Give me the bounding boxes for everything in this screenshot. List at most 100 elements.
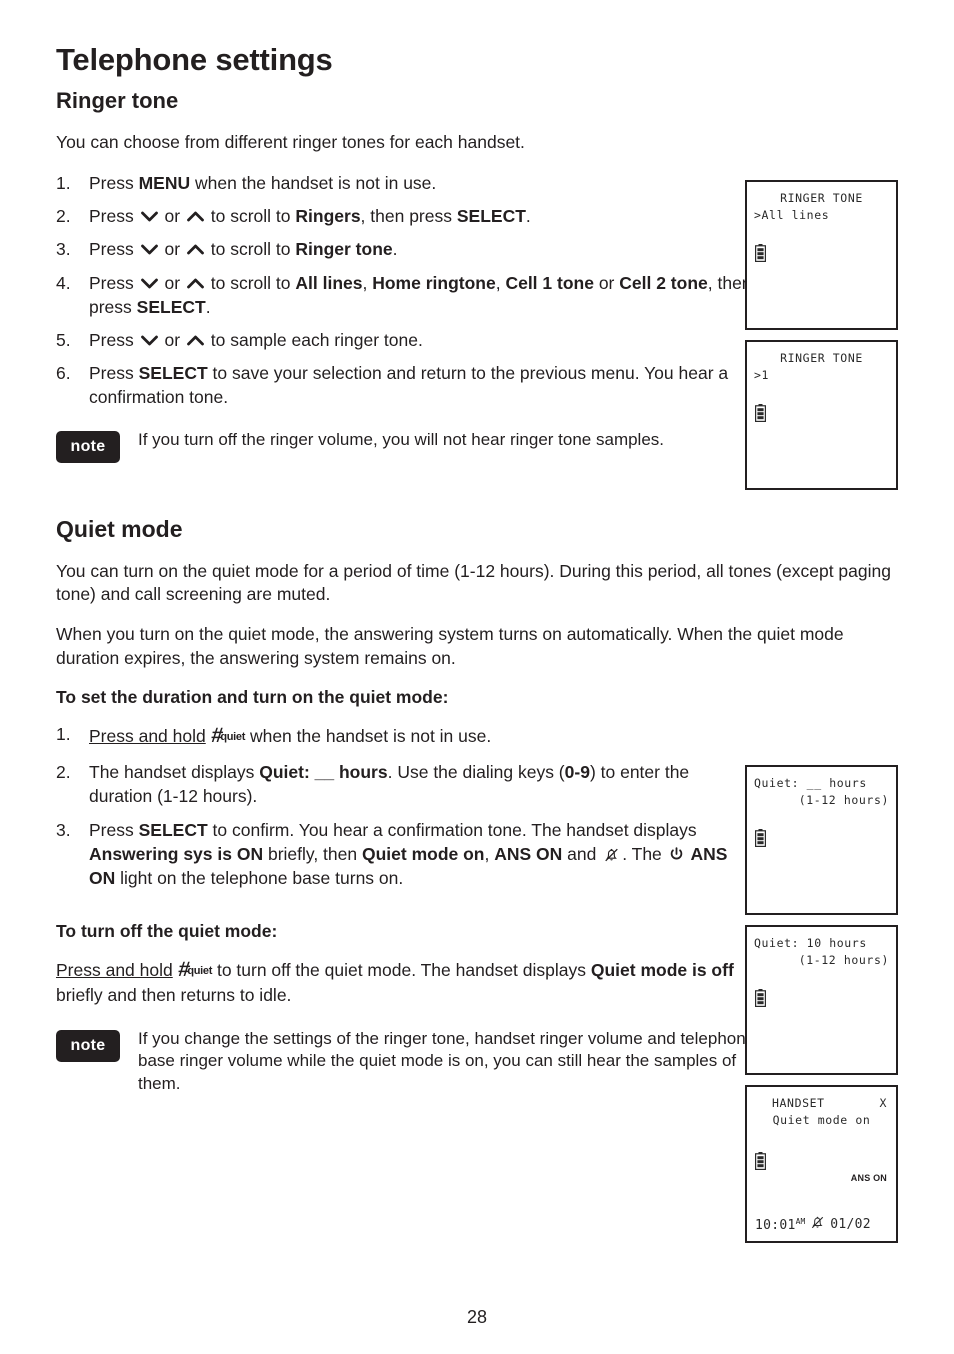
- lcd-corner-indicator: X: [879, 1096, 887, 1110]
- underlined-instruction: Press and hold: [89, 726, 206, 747]
- list-item: 2. The handset displays Quiet: __ hours. …: [56, 760, 756, 808]
- battery-icon: [755, 244, 767, 267]
- lcd-screen-ringer-tone-1: RINGER TONE >1: [745, 340, 898, 490]
- lcd-bottom-row: 10:01AM 01/02: [755, 1215, 889, 1234]
- lcd-line-selection: >All lines: [754, 208, 830, 222]
- step-number: 5.: [56, 329, 71, 350]
- note-badge: note: [56, 1029, 120, 1062]
- lcd-ans-on-indicator: ANS ON: [850, 1173, 887, 1183]
- emphasis-term: Quiet: __ hours: [259, 762, 388, 783]
- manual-page: Telephone settings Ringer tone You can c…: [0, 0, 954, 1354]
- step-text: Press MENU when the handset is not in us…: [89, 173, 437, 194]
- page-number: 28: [466, 1307, 488, 1327]
- quiet-key-icon: #quiet: [176, 958, 213, 982]
- battery-icon: [755, 989, 767, 1012]
- chevron-down-icon: [140, 243, 158, 256]
- list-item: 1. Press and hold #quiet when the handset…: [56, 722, 756, 751]
- note-text: If you turn off the ringer volume, you w…: [138, 430, 665, 450]
- step-text: Press and hold #quiet when the handset i…: [89, 724, 492, 748]
- step-text: Press or to sample each ringer tone.: [89, 329, 423, 350]
- emphasis-term: All lines: [295, 272, 363, 293]
- lcd-date: 01/02: [830, 1217, 871, 1232]
- step-number: 6.: [56, 363, 71, 384]
- chevron-up-icon: [187, 277, 204, 290]
- chevron-up-icon: [187, 210, 204, 223]
- list-item: 2. Press or to scroll to Ringers, then pr…: [56, 204, 756, 228]
- emphasis-term: Cell 1 tone: [505, 272, 594, 293]
- step-text: Press or to scroll to Ringer tone.: [89, 239, 398, 260]
- emphasis-term: Ringer tone: [295, 239, 393, 260]
- emphasis-term: Quiet mode is off: [590, 960, 734, 981]
- page-title: Telephone settings: [56, 42, 333, 77]
- step-text: Press SELECT to save your selection and …: [89, 363, 729, 408]
- emphasis-term: SELECT: [456, 206, 526, 227]
- step-number: 2.: [56, 206, 71, 227]
- step-text: Press or to scroll to Ringers, then pres…: [89, 206, 531, 227]
- emphasis-term: 0-9: [564, 762, 590, 783]
- quiet-paragraph-2: When you turn on the quiet mode, the ans…: [56, 624, 844, 668]
- lcd-line-title: RINGER TONE: [780, 191, 863, 205]
- list-item: 5. Press or to sample each ringer tone.: [56, 328, 756, 352]
- lcd-line-range: (1-12 hours): [798, 953, 889, 967]
- step-text: Press SELECT to confirm. You hear a conf…: [89, 819, 728, 888]
- lcd-time: 10:01AM: [755, 1216, 806, 1233]
- step-number: 1.: [56, 173, 71, 194]
- emphasis-term: Home ringtone: [372, 272, 496, 293]
- list-item: 3. Press or to scroll to Ringer tone.: [56, 237, 756, 261]
- emphasis-term: Ringers: [295, 206, 361, 227]
- list-item: 3. Press SELECT to confirm. You hear a co…: [56, 818, 756, 890]
- note-block-ringer: note If you turn off the ringer volume, …: [56, 429, 776, 464]
- list-item: 6. Press SELECT to save your selection an…: [56, 361, 756, 409]
- bell-muted-icon: [603, 847, 620, 863]
- power-icon: [669, 846, 684, 862]
- note-text: If you change the settings of the ringer…: [138, 1028, 756, 1093]
- quiet-paragraph-1: You can turn on the quiet mode for a per…: [56, 560, 891, 605]
- lcd-line-prompt: Quiet: 10 hours: [754, 936, 867, 950]
- section-heading-quiet-mode: Quiet mode: [56, 516, 183, 543]
- battery-icon: [755, 1152, 767, 1175]
- step-number: 3.: [56, 239, 71, 260]
- chevron-down-icon: [140, 334, 158, 347]
- chevron-up-icon: [187, 243, 204, 256]
- lcd-line-range: (1-12 hours): [798, 793, 889, 807]
- lcd-screen-handset-idle: HANDSET X Quiet mode on ANS ON 10:01AM 0…: [745, 1085, 898, 1243]
- step-number: 2.: [56, 762, 71, 783]
- lcd-screen-quiet-hours-blank: Quiet: __ hours (1-12 hours): [745, 765, 898, 915]
- quiet-key-icon: #quiet: [209, 724, 246, 748]
- step-text: Press or to scroll to All lines, Home ri…: [89, 272, 752, 317]
- emphasis-term: ANS ON: [494, 843, 563, 864]
- ringer-tone-step-list: 1. Press MENU when the handset is not in …: [56, 171, 756, 409]
- lcd-title-row: HANDSET X: [754, 1095, 889, 1112]
- quiet-set-step-list: 1. Press and hold #quiet when the handset…: [56, 722, 756, 890]
- step-number: 1.: [56, 724, 71, 745]
- lcd-line-prompt: Quiet: __ hours: [754, 776, 867, 790]
- bell-muted-icon: [810, 1215, 825, 1234]
- lcd-screen-quiet-hours-10: Quiet: 10 hours (1-12 hours): [745, 925, 898, 1075]
- step-number: 3.: [56, 819, 71, 840]
- ringer-intro-paragraph: You can choose from different ringer ton…: [56, 131, 525, 152]
- chevron-up-icon: [187, 334, 204, 347]
- lcd-line-title: RINGER TONE: [780, 351, 863, 365]
- emphasis-term: SELECT: [138, 363, 208, 384]
- emphasis-term: Cell 2 tone: [619, 272, 708, 293]
- list-item: 1. Press MENU when the handset is not in …: [56, 171, 756, 195]
- quiet-turn-off-paragraph: Press and hold #quiet to turn off the qu…: [56, 958, 734, 1006]
- lcd-screen-ringer-tone-all-lines: RINGER TONE >All lines: [745, 180, 898, 330]
- note-badge: note: [56, 431, 120, 464]
- lcd-status-text: Quiet mode on: [772, 1113, 871, 1127]
- emphasis-term: Answering sys is ON: [89, 843, 264, 864]
- battery-icon: [755, 404, 767, 427]
- step-text: The handset displays Quiet: __ hours. Us…: [89, 762, 690, 807]
- underlined-instruction: Press and hold: [56, 960, 173, 981]
- lcd-handset-label: HANDSET: [772, 1096, 825, 1110]
- emphasis-term: SELECT: [138, 819, 208, 840]
- step-number: 4.: [56, 272, 71, 293]
- battery-icon: [755, 829, 767, 852]
- emphasis-term: SELECT: [136, 296, 206, 317]
- chevron-down-icon: [140, 210, 158, 223]
- emphasis-term: Quiet mode on: [361, 843, 485, 864]
- lcd-ampm: AM: [795, 1216, 806, 1226]
- lcd-line-selection: >1: [754, 368, 770, 382]
- chevron-down-icon: [140, 277, 158, 290]
- list-item: 4. Press or to scroll to All lines, Home …: [56, 271, 756, 319]
